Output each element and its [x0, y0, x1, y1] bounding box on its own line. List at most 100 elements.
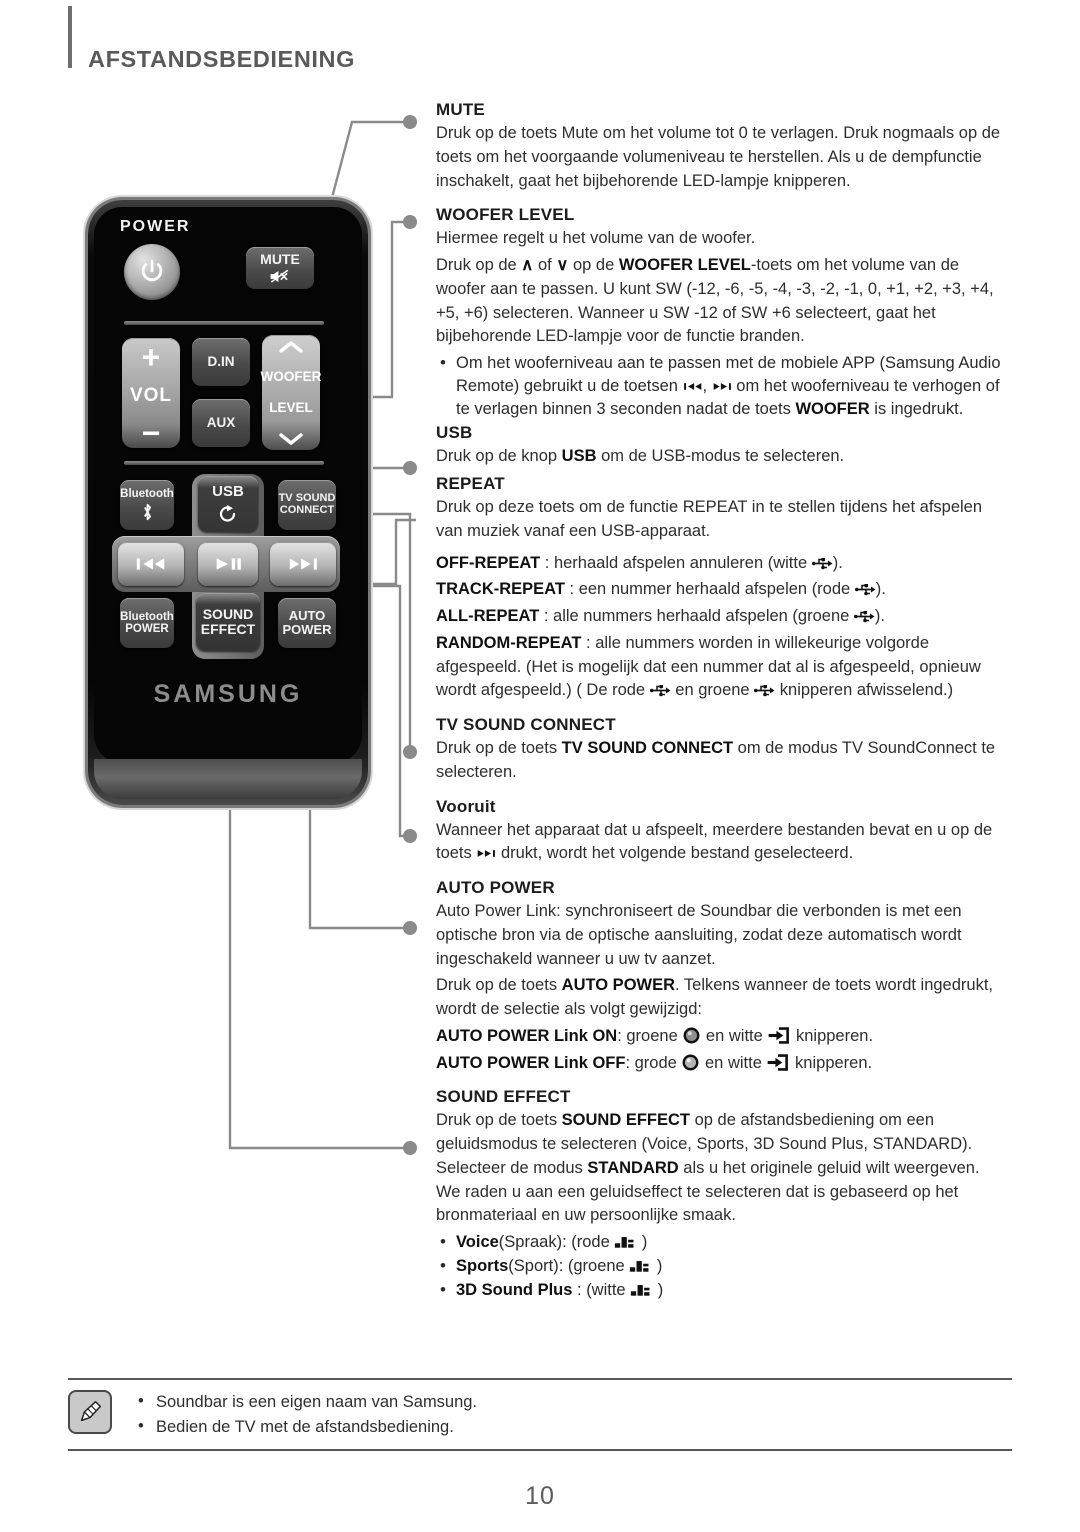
remote-aux-label: AUX: [206, 414, 236, 430]
remote-mute-button[interactable]: MUTE: [246, 247, 314, 289]
led-indicator-icon: [683, 1027, 700, 1044]
mode-suffix: ): [637, 1233, 648, 1252]
note-bottom-rule: [68, 1448, 1012, 1451]
remote-previous-button[interactable]: [118, 542, 184, 586]
repeat-description: Druk op deze toets om de functie REPEAT …: [436, 498, 983, 540]
remote-volume-down-label: −: [141, 414, 161, 451]
usb-bold: USB: [561, 447, 597, 466]
remote-bt-power-label-1: Bluetooth: [120, 610, 174, 623]
remote-woofer-label-2: LEVEL: [269, 400, 313, 416]
note-box: Soundbar is een eigen naam van Samsung. …: [68, 1378, 1012, 1451]
random-repeat-text-b: en groene: [670, 681, 755, 700]
mode-name: Voice: [456, 1233, 499, 1252]
mode-suffix: ): [653, 1281, 664, 1300]
woofer-bullet-b: ,: [702, 377, 712, 396]
remote-din-button[interactable]: D.IN: [192, 338, 250, 386]
repeat-track-line: TRACK-REPEAT : een nummer herhaald afspe…: [436, 578, 1008, 602]
woofer-bullet-list: Om het wooferniveau aan te passen met de…: [436, 351, 1008, 421]
section-title-sound-effect: SOUND EFFECT: [436, 1087, 571, 1107]
woofer-bullet-bold: WOOFER: [795, 400, 870, 419]
auto-power-off-text-b: en witte: [700, 1053, 767, 1072]
remote-power-button[interactable]: [124, 244, 180, 300]
off-repeat-label: OFF-REPEAT: [436, 553, 541, 572]
mode-desc: (Sport): (groene: [508, 1257, 630, 1276]
remote-aux-button[interactable]: AUX: [192, 399, 250, 447]
next-track-icon: [478, 850, 496, 858]
sound-effect-mode-list: Voice(Spraak): (rode ) Sports(Sport): (g…: [436, 1230, 1008, 1302]
list-item: Bedien de TV met de afstandsbediening.: [134, 1414, 477, 1440]
page-title: AFSTANDSBEDIENING: [88, 46, 355, 72]
auto-power-off-label: AUTO POWER Link OFF: [436, 1053, 626, 1072]
mode-desc: : (witte: [572, 1281, 631, 1300]
section-title-tv-sound-connect: TV SOUND CONNECT: [436, 715, 616, 735]
vooruit-description: Wanneer het apparaat dat u afspeelt, mee…: [436, 819, 1008, 867]
mode-suffix: ): [652, 1257, 663, 1276]
remote-tv-sound-connect-button[interactable]: TV SOUND CONNECT: [278, 480, 336, 530]
remote-next-button[interactable]: [270, 542, 336, 586]
optical-input-icon: [769, 1027, 790, 1044]
power-label: POWER: [120, 218, 191, 235]
chevron-up-glyph: ∧: [521, 256, 534, 274]
note-items: Soundbar is een eigen naam van Samsung. …: [134, 1389, 477, 1440]
usb-icon: [754, 685, 775, 697]
tvsc-text-a: Druk op de toets: [436, 739, 562, 758]
woofer-bullet-item: Om het wooferniveau aan te passen met de…: [440, 351, 1008, 421]
remote-play-pause-button[interactable]: [198, 542, 258, 586]
woofer-level-bold: WOOFER LEVEL: [618, 256, 751, 274]
random-repeat-label: RANDOM-REPEAT: [436, 633, 582, 652]
remote-usb-button[interactable]: USB: [198, 476, 258, 532]
equalizer-icon: [630, 1261, 649, 1272]
remote-auto-power-button[interactable]: AUTO POWER: [278, 598, 336, 648]
remote-auto-power-label-2: POWER: [282, 622, 332, 637]
mode-desc: (Spraak): (rode: [498, 1233, 615, 1252]
usb-icon: [811, 557, 833, 569]
usb-description: Druk op de knop USB om de USB-modus te s…: [436, 445, 1008, 469]
all-repeat-text-b: ).: [874, 607, 885, 626]
auto-power-bold: AUTO POWER: [561, 976, 676, 995]
remote-usb-label: USB: [212, 483, 244, 501]
bluetooth-icon: [143, 504, 151, 521]
remote-woofer-label-1: WOOFER: [260, 369, 322, 385]
remote-volume-up-label: +: [141, 339, 161, 375]
remote-control-illustration: POWER MUTE + VOL − D.IN AUX WOOFER LEVEL…: [88, 200, 368, 805]
next-track-icon: [289, 558, 317, 570]
usb-text-b: om de USB-modus te selecteren.: [596, 447, 845, 466]
remote-volume-rocker[interactable]: + VOL −: [122, 338, 180, 451]
samsung-brand-logo: SAMSUNG: [153, 680, 303, 708]
power-icon: [141, 259, 163, 282]
remote-volume-label: VOL: [129, 385, 173, 407]
remote-sound-effect-label-2: EFFECT: [200, 621, 256, 637]
play-pause-icon: [216, 558, 241, 570]
remote-woofer-level-rocker[interactable]: WOOFER LEVEL: [260, 335, 322, 450]
repeat-random-line: RANDOM-REPEAT : alle nummers worden in w…: [436, 632, 1008, 703]
remote-bluetooth-power-button[interactable]: Bluetooth POWER: [120, 598, 174, 648]
repeat-all-line: ALL-REPEAT : alle nummers herhaald afspe…: [436, 605, 1008, 629]
tv-sound-connect-description: Druk op de toets TV SOUND CONNECT om de …: [436, 737, 1008, 785]
remote-bluetooth-button[interactable]: Bluetooth: [120, 480, 174, 530]
usb-text-a: Druk op de knop: [436, 447, 562, 466]
remote-foot: [94, 759, 362, 799]
auto-power-description-1: Auto Power Link: synchroniseert de Sound…: [436, 902, 962, 968]
remote-sound-effect-button[interactable]: SOUND EFFECT: [196, 593, 260, 651]
equalizer-icon: [615, 1237, 634, 1248]
usb-icon: [853, 611, 875, 623]
chevron-up-icon: [279, 341, 303, 353]
remote-auto-power-label-1: AUTO: [288, 607, 326, 623]
se-text-a: Druk op de toets: [436, 1111, 562, 1130]
section-title-vooruit: Vooruit: [436, 796, 496, 816]
repeat-icon: [219, 504, 236, 522]
instructions-column: MUTE Druk op de toets Mute om het volume…: [436, 100, 1008, 1304]
auto-power-description-2: Druk op de toets AUTO POWER. Telkens wan…: [436, 974, 1008, 1022]
track-repeat-text-b: ).: [875, 580, 886, 599]
chevron-down-glyph: ∨: [556, 256, 569, 274]
note-pencil-icon: [68, 1390, 112, 1434]
sound-effect-description: Druk op de toets SOUND EFFECT op de afst…: [436, 1109, 1008, 1228]
vooruit-text-b: drukt, wordt het volgende bestand gesele…: [496, 844, 854, 863]
section-title-auto-power: AUTO POWER: [436, 878, 555, 898]
tvsc-bold: TV SOUND CONNECT: [561, 739, 734, 758]
usb-icon: [854, 584, 876, 596]
remote-mute-label: MUTE: [260, 251, 300, 268]
list-item: Soundbar is een eigen naam van Samsung.: [134, 1389, 477, 1415]
woofer-text-b: of: [533, 256, 557, 274]
section-title-usb: USB: [436, 423, 473, 443]
